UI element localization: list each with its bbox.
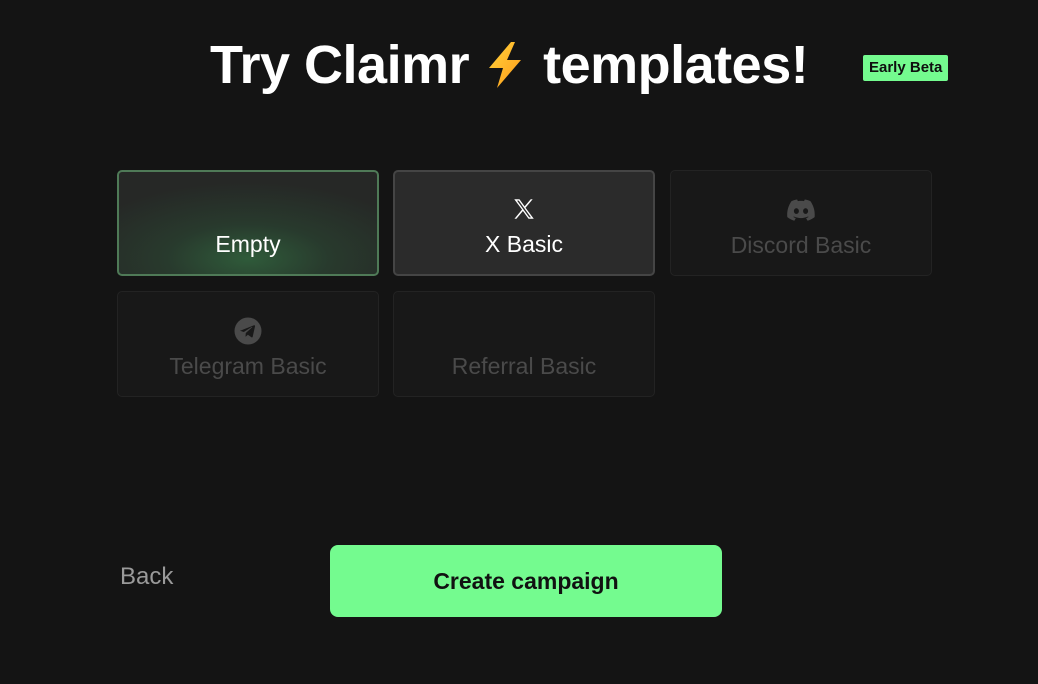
template-card-telegram-basic[interactable]: Telegram Basic [117, 291, 379, 397]
template-label: Telegram Basic [169, 353, 327, 379]
template-card-discord-basic[interactable]: Discord Basic [670, 170, 932, 276]
template-label: Referral Basic [451, 353, 597, 379]
x-logo-icon [510, 195, 538, 223]
template-card-referral-basic[interactable]: Referral Basic [393, 291, 655, 397]
template-label: Empty [215, 231, 281, 257]
template-card-empty[interactable]: Empty [117, 170, 379, 276]
create-campaign-button[interactable]: Create campaign [330, 545, 722, 617]
discord-icon [787, 196, 815, 224]
back-button[interactable]: Back [120, 563, 173, 591]
template-label: X Basic [485, 231, 563, 257]
template-card-x-basic[interactable]: X Basic [393, 170, 655, 276]
early-beta-badge: Early Beta [863, 55, 949, 81]
template-picker-page: Try Claimr templates! Early Beta Empty X… [0, 0, 1038, 684]
title-text-after: templates! [543, 35, 809, 95]
telegram-icon [234, 317, 262, 345]
title-text-before: Try Claimr [210, 35, 470, 95]
lightning-bolt-icon [483, 40, 527, 90]
page-title: Try Claimr templates! [210, 30, 809, 100]
template-label: Discord Basic [730, 232, 872, 258]
